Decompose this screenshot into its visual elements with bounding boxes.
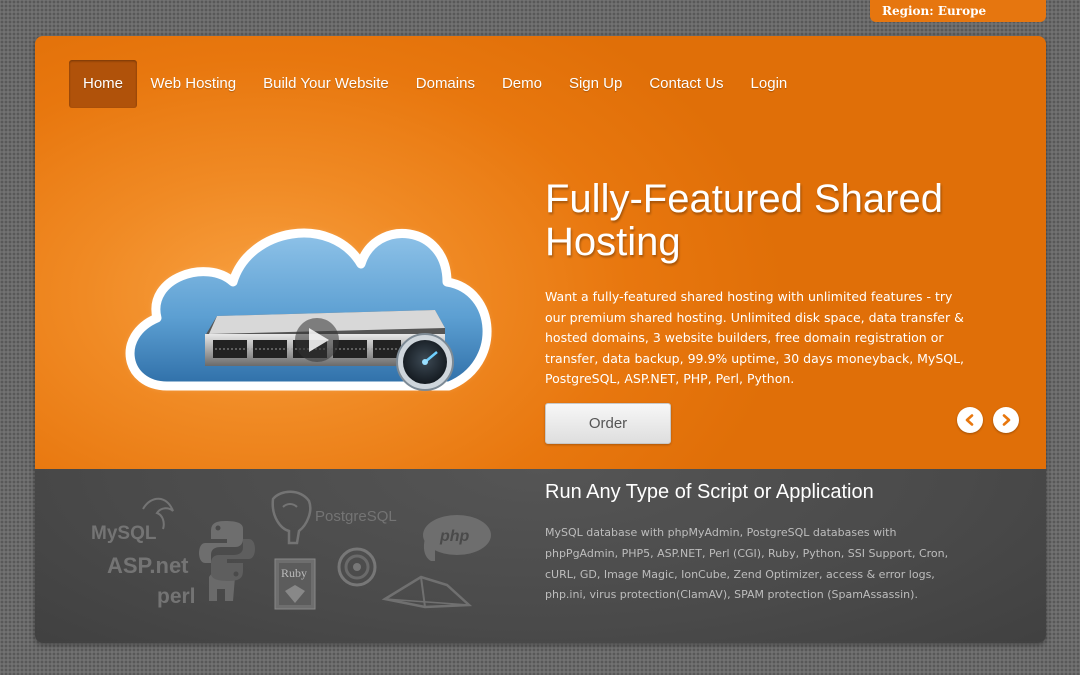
main-nav: Home Web Hosting Build Your Website Doma… <box>69 60 801 108</box>
aspnet-logo: ASP.net <box>107 553 189 578</box>
scripts-section: MySQL ASP.net perl PostgreSQL php Ruby R… <box>35 469 1046 643</box>
nav-item-login[interactable]: Login <box>737 60 801 108</box>
scripts-description: MySQL database with phpMyAdmin, PostgreS… <box>545 526 949 602</box>
hero-description: Want a fully-featured shared hosting wit… <box>545 289 965 386</box>
svg-text:MySQL: MySQL <box>91 523 157 544</box>
cloud-server-icon <box>105 186 505 426</box>
hero-banner: Home Web Hosting Build Your Website Doma… <box>35 36 1046 469</box>
nav-item-demo[interactable]: Demo <box>488 60 555 108</box>
nav-item-web-hosting[interactable]: Web Hosting <box>137 60 250 108</box>
mysql-logo: MySQL <box>91 497 174 544</box>
nav-item-contact-us[interactable]: Contact Us <box>636 60 737 108</box>
php-logo: php <box>423 515 491 561</box>
nav-item-home[interactable]: Home <box>69 60 138 108</box>
postgresql-logo: PostgreSQL <box>271 490 397 545</box>
svg-text:ASP.net: ASP.net <box>107 553 189 578</box>
svg-text:perl: perl <box>157 585 196 608</box>
zend-logo <box>381 575 473 609</box>
slider-next-button[interactable] <box>993 407 1019 433</box>
technology-logos: MySQL ASP.net perl PostgreSQL php Ruby <box>85 481 505 611</box>
chevron-left-icon <box>965 414 974 426</box>
svg-text:php: php <box>439 528 470 545</box>
nav-item-domains[interactable]: Domains <box>402 60 488 108</box>
svg-text:Ruby: Ruby <box>281 566 307 580</box>
chevron-right-icon <box>1002 414 1011 426</box>
slider-prev-button[interactable] <box>957 407 983 433</box>
order-button[interactable]: Order <box>545 403 671 444</box>
main-container: Home Web Hosting Build Your Website Doma… <box>35 36 1046 643</box>
region-selector[interactable]: Region: Europe <box>870 0 1046 22</box>
python-logo <box>199 521 255 581</box>
nav-item-sign-up[interactable]: Sign Up <box>555 60 635 108</box>
imagemagick-logo <box>337 547 377 587</box>
svg-text:PostgreSQL: PostgreSQL <box>315 508 397 525</box>
scripts-title: Run Any Type of Script or Application <box>545 481 874 503</box>
nav-item-build-your-website[interactable]: Build Your Website <box>250 60 403 108</box>
hero-title: Fully-Featured Shared Hosting <box>545 177 943 264</box>
ruby-logo: Ruby <box>274 558 316 610</box>
